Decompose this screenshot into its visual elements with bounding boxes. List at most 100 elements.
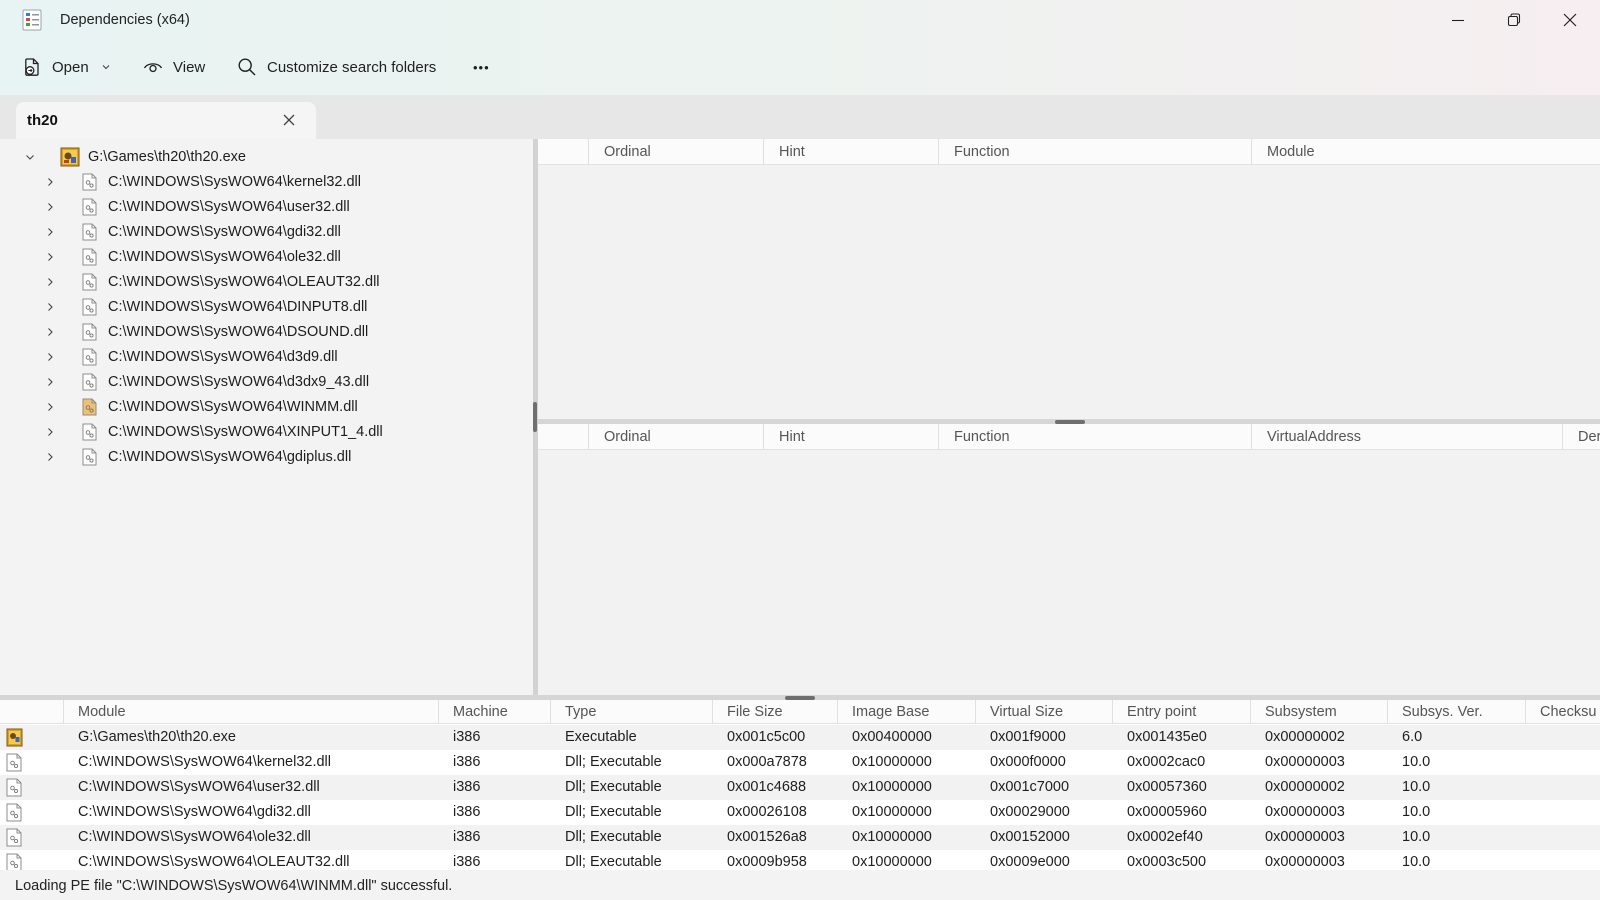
dll-file-icon: [6, 778, 22, 797]
imports-header: Ordinal Hint Function Module: [538, 139, 1600, 165]
modules-col-module[interactable]: Module: [63, 700, 438, 724]
exports-col-function[interactable]: Function: [938, 424, 1251, 450]
modules-col-entry-point[interactable]: Entry point: [1112, 700, 1250, 724]
exports-col-demangler[interactable]: Der: [1562, 424, 1600, 450]
modules-col-subsystem[interactable]: Subsystem: [1250, 700, 1387, 724]
modules-col-machine[interactable]: Machine: [438, 700, 550, 724]
imports-col-module[interactable]: Module: [1251, 139, 1600, 165]
more-icon: •••: [473, 59, 490, 75]
table-row[interactable]: C:\WINDOWS\SysWOW64\kernel32.dll i386 Dll;…: [0, 750, 1600, 775]
modules-col-file-size[interactable]: File Size: [712, 700, 837, 724]
table-cell: C:\WINDOWS\SysWOW64\kernel32.dll: [78, 754, 331, 770]
exports-header: Ordinal Hint Function VirtualAddress Der: [538, 424, 1600, 450]
modules-col-virtual-size[interactable]: Virtual Size: [975, 700, 1112, 724]
tree-item-label: C:\WINDOWS\SysWOW64\d3d9.dll: [108, 348, 338, 365]
tree-item[interactable]: C:\WINDOWS\SysWOW64\gdi32.dll: [44, 219, 341, 244]
table-cell: 0x10000000: [852, 854, 932, 870]
chevron-right-icon[interactable]: [44, 401, 56, 413]
dll-file-icon: [82, 373, 97, 390]
more-options-button[interactable]: •••: [473, 52, 490, 82]
table-row[interactable]: C:\WINDOWS\SysWOW64\gdi32.dll i386 Dll; Ex…: [0, 800, 1600, 825]
imports-col-ordinal[interactable]: Ordinal: [588, 139, 763, 165]
table-cell: 0x001435e0: [1127, 729, 1207, 745]
modules-col-image-base[interactable]: Image Base: [837, 700, 975, 724]
tree-item[interactable]: C:\WINDOWS\SysWOW64\d3d9.dll: [44, 344, 338, 369]
restore-button[interactable]: [1486, 0, 1542, 40]
exports-col-ordinal[interactable]: Ordinal: [588, 424, 763, 450]
close-icon: [1563, 13, 1577, 27]
tree-item[interactable]: C:\WINDOWS\SysWOW64\XINPUT1_4.dll: [44, 419, 383, 444]
chevron-right-icon[interactable]: [44, 301, 56, 313]
minimize-button[interactable]: [1430, 0, 1486, 40]
dll-file-icon: [82, 248, 97, 265]
tab-strip: th20: [0, 95, 1600, 139]
tree-item[interactable]: C:\WINDOWS\SysWOW64\d3dx9_43.dll: [44, 369, 369, 394]
table-cell: 0x0009e000: [990, 854, 1070, 870]
tree-item-label: C:\WINDOWS\SysWOW64\gdi32.dll: [108, 223, 341, 240]
chevron-right-icon[interactable]: [44, 276, 56, 288]
table-cell: 10.0: [1402, 854, 1431, 870]
tree-item[interactable]: C:\WINDOWS\SysWOW64\DSOUND.dll: [44, 319, 368, 344]
table-cell: 0x10000000: [852, 829, 932, 845]
exports-col-hint[interactable]: Hint: [763, 424, 938, 450]
modules-col-type[interactable]: Type: [550, 700, 712, 724]
chevron-right-icon[interactable]: [44, 326, 56, 338]
imports-col-hint[interactable]: Hint: [763, 139, 938, 165]
tree-root-item[interactable]: G:\Games\th20\th20.exe: [24, 144, 246, 169]
tree-item[interactable]: C:\WINDOWS\SysWOW64\ole32.dll: [44, 244, 341, 269]
tree-item[interactable]: C:\WINDOWS\SysWOW64\kernel32.dll: [44, 169, 361, 194]
tree-item[interactable]: C:\WINDOWS\SysWOW64\user32.dll: [44, 194, 350, 219]
close-window-button[interactable]: [1542, 0, 1598, 40]
chevron-right-icon[interactable]: [44, 376, 56, 388]
table-cell: i386: [453, 754, 481, 770]
modules-col-checksum[interactable]: Checksu: [1525, 700, 1600, 724]
vertical-splitter-grip[interactable]: [533, 402, 537, 432]
table-cell: i386: [453, 779, 481, 795]
tree-item-label: C:\WINDOWS\SysWOW64\DSOUND.dll: [108, 323, 369, 340]
tree-item[interactable]: C:\WINDOWS\SysWOW64\gdiplus.dll: [44, 444, 351, 469]
chevron-right-icon[interactable]: [44, 251, 56, 263]
table-row[interactable]: C:\WINDOWS\SysWOW64\ole32.dll i386 Dll; Ex…: [0, 825, 1600, 850]
table-cell: 0x00000003: [1265, 854, 1345, 870]
table-cell: 0x001c5c00: [727, 729, 806, 745]
customize-search-folders-button[interactable]: Customize search folders: [237, 52, 436, 82]
table-cell: 6.0: [1402, 729, 1423, 745]
chevron-right-icon[interactable]: [44, 201, 56, 213]
chevron-right-icon[interactable]: [44, 226, 56, 238]
table-cell: 0x00152000: [990, 829, 1070, 845]
exports-pane: Ordinal Hint Function VirtualAddress Der: [538, 424, 1600, 695]
search-icon: [238, 58, 256, 76]
table-cell: Dll; Executable: [565, 779, 662, 795]
dll-file-icon: [82, 198, 97, 215]
table-cell: C:\WINDOWS\SysWOW64\user32.dll: [78, 779, 320, 795]
tree-item[interactable]: C:\WINDOWS\SysWOW64\OLEAUT32.dll: [44, 269, 380, 294]
close-tab-icon[interactable]: [281, 112, 297, 128]
table-cell: C:\WINDOWS\SysWOW64\OLEAUT32.dll: [78, 854, 350, 870]
status-bar: Loading PE file "C:\WINDOWS\SysWOW64\WIN…: [0, 870, 1600, 900]
open-button[interactable]: Open: [22, 52, 111, 82]
tree-item[interactable]: C:\WINDOWS\SysWOW64\WINMM.dll: [44, 394, 358, 419]
table-cell: 10.0: [1402, 804, 1431, 820]
table-cell: i386: [453, 854, 481, 870]
view-button[interactable]: View: [143, 52, 205, 82]
table-cell: 0x10000000: [852, 754, 932, 770]
restore-icon: [1507, 13, 1521, 27]
imports-col-function[interactable]: Function: [938, 139, 1251, 165]
table-row[interactable]: G:\Games\th20\th20.exe i386 Executable 0x00…: [0, 725, 1600, 750]
table-cell: C:\WINDOWS\SysWOW64\ole32.dll: [78, 829, 311, 845]
table-row[interactable]: C:\WINDOWS\SysWOW64\user32.dll i386 Dll; E…: [0, 775, 1600, 800]
chevron-right-icon[interactable]: [44, 426, 56, 438]
window-title: Dependencies (x64): [60, 12, 190, 28]
modules-col-subsys-ver[interactable]: Subsys. Ver.: [1387, 700, 1525, 724]
exports-col-virtualaddress[interactable]: VirtualAddress: [1251, 424, 1562, 450]
chevron-right-icon[interactable]: [44, 451, 56, 463]
chevron-right-icon[interactable]: [44, 176, 56, 188]
dll-file-icon: [82, 223, 97, 240]
tab-th20[interactable]: th20: [16, 102, 316, 139]
chevron-right-icon[interactable]: [44, 351, 56, 363]
table-cell: i386: [453, 729, 481, 745]
chevron-down-icon[interactable]: [24, 151, 36, 163]
table-row[interactable]: C:\WINDOWS\SysWOW64\OLEAUT32.dll i386 Dll;…: [0, 850, 1600, 870]
tree-item[interactable]: C:\WINDOWS\SysWOW64\DINPUT8.dll: [44, 294, 367, 319]
minimize-icon: [1452, 19, 1464, 22]
